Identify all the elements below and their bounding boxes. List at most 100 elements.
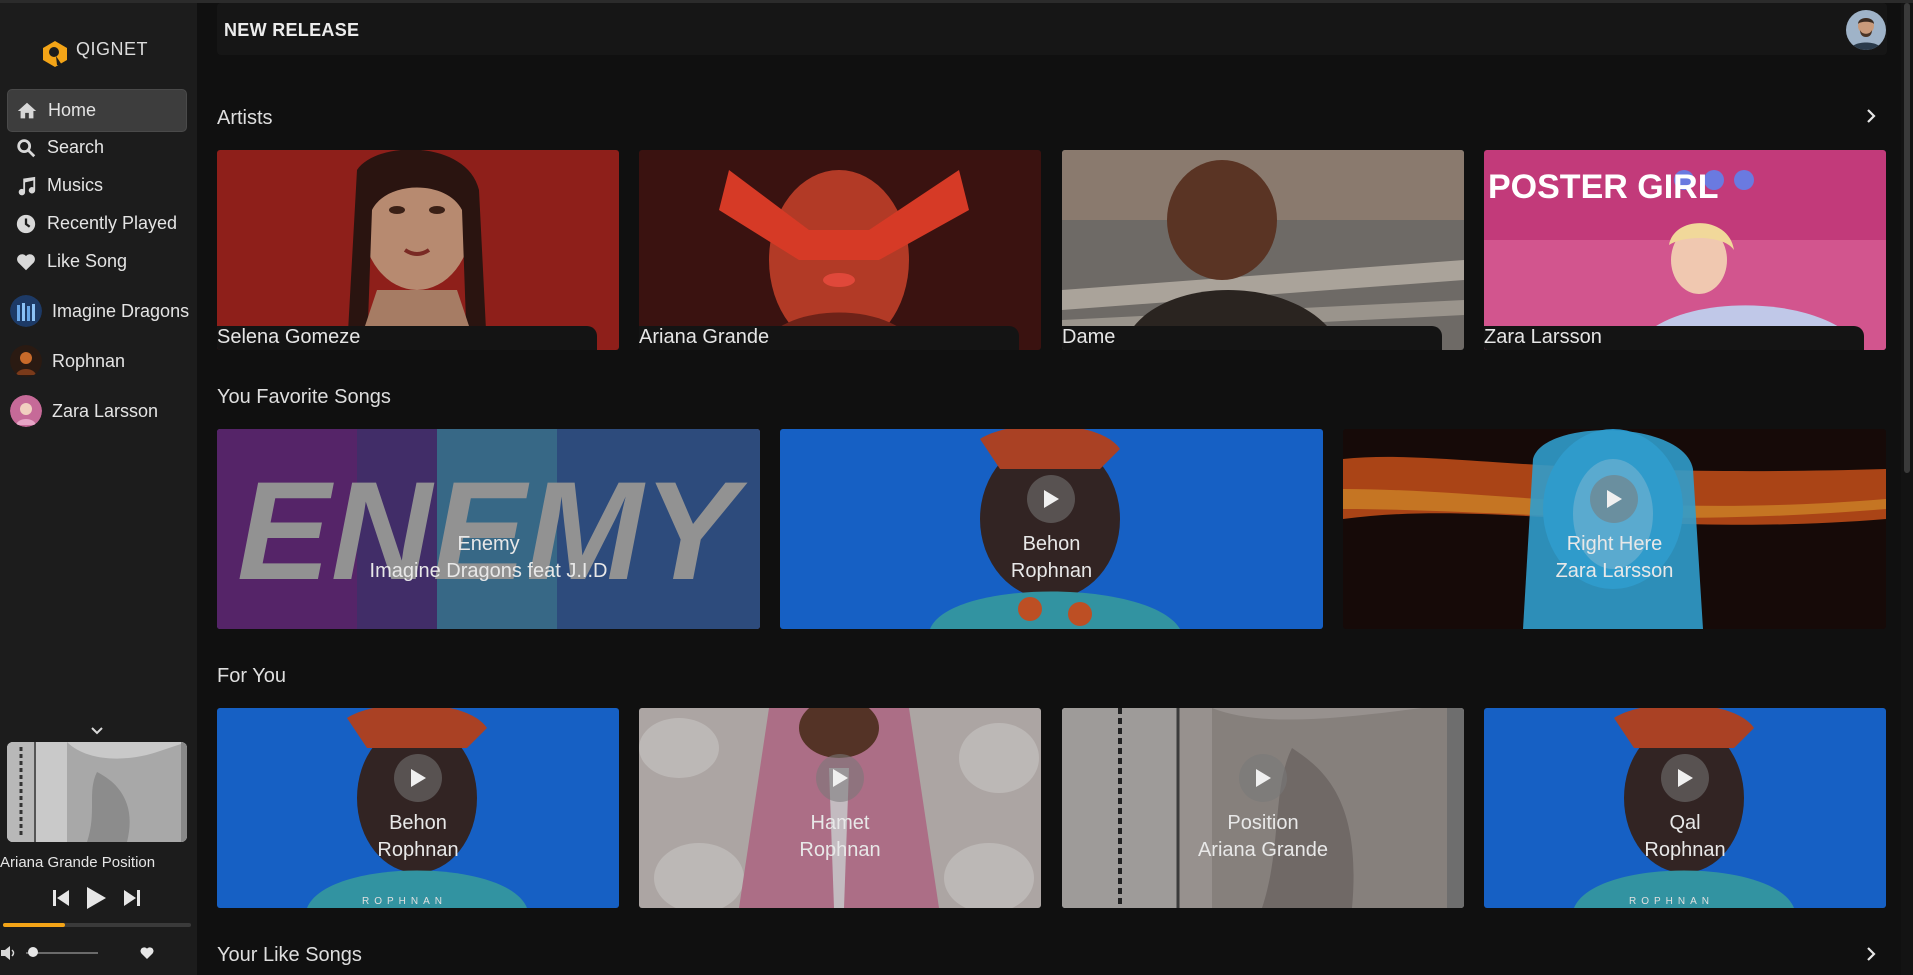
artist-name: Selena Gomeze xyxy=(217,326,361,348)
play-button[interactable] xyxy=(394,754,442,802)
sidebar-item-home[interactable]: Home xyxy=(7,89,187,132)
play-icon xyxy=(1044,490,1059,508)
song-artist: Rophnan xyxy=(799,839,881,861)
next-button[interactable] xyxy=(122,886,142,910)
song-artist: Ariana Grande xyxy=(1197,839,1329,861)
song-card-qal[interactable]: ROPHNAN Qal Rophnan xyxy=(1484,708,1886,908)
sidebar-item-like-song[interactable]: Like Song xyxy=(7,241,185,282)
song-artist: Rophnan xyxy=(1010,560,1093,582)
search-icon xyxy=(17,138,36,157)
now-playing-title: Ariana Grande Position xyxy=(0,854,156,871)
chevron-down-icon[interactable] xyxy=(89,725,105,737)
clock-icon xyxy=(16,214,36,233)
song-artist: Rophnan xyxy=(1644,839,1726,861)
section-title-for-you: For You xyxy=(217,665,286,687)
card-overlay xyxy=(639,708,1041,908)
play-icon xyxy=(411,769,426,787)
artist-card-selena-gomeze[interactable]: Selena Gomeze xyxy=(217,150,619,350)
playlist-label: Rophnan xyxy=(52,350,126,371)
song-card-position[interactable]: Position Ariana Grande xyxy=(1062,708,1464,908)
play-button[interactable] xyxy=(1239,754,1287,802)
skip-back-icon xyxy=(53,890,69,906)
sidebar-item-search[interactable]: Search xyxy=(7,127,185,168)
card-overlay xyxy=(1343,429,1886,629)
song-card-enemy[interactable]: ENEMY Enemy Imagine Dragons feat J.I.D xyxy=(217,429,760,629)
sidebar-item-label: Search xyxy=(47,137,105,157)
card-overlay xyxy=(1484,708,1886,908)
heart-icon[interactable] xyxy=(139,945,155,961)
card-overlay xyxy=(780,429,1323,629)
app-logo[interactable]: QIGNET xyxy=(40,39,148,69)
song-card-behon[interactable]: Behon Rophnan xyxy=(780,429,1323,629)
section-title-favorites: You Favorite Songs xyxy=(217,386,391,408)
sidebar-item-musics[interactable]: Musics xyxy=(7,165,185,206)
song-title: Behon xyxy=(1022,533,1081,555)
song-card-hamet[interactable]: Hamet Rophnan xyxy=(639,708,1041,908)
song-artist: Rophnan xyxy=(377,839,459,861)
song-title: Enemy xyxy=(457,533,520,555)
play-button[interactable] xyxy=(1661,754,1709,802)
artist-name-label: Dame xyxy=(1062,326,1442,350)
user-avatar[interactable] xyxy=(1846,10,1886,50)
avatar xyxy=(10,295,42,327)
artist-name: Dame xyxy=(1062,326,1116,348)
song-title: Right Here xyxy=(1566,533,1663,555)
artist-name-label: Zara Larsson xyxy=(1484,326,1864,350)
song-title: Qal xyxy=(1669,812,1701,834)
play-icon xyxy=(1607,490,1622,508)
sidebar-item-recently-played[interactable]: Recently Played xyxy=(7,203,185,244)
play-button[interactable] xyxy=(84,886,108,910)
volume-icon[interactable] xyxy=(0,945,18,961)
play-button[interactable] xyxy=(816,754,864,802)
artist-image xyxy=(639,150,1041,350)
section-title-liked: Your Like Songs xyxy=(217,944,362,966)
artist-card-ariana-grande[interactable]: Ariana Grande xyxy=(639,150,1041,350)
song-title: Behon xyxy=(389,812,447,834)
page-title: NEW RELEASE xyxy=(224,20,360,40)
song-card-behon-for-you[interactable]: ROPHNAN Behon Rophnan xyxy=(217,708,619,908)
song-card-right-here[interactable]: Right Here Zara Larsson xyxy=(1343,429,1886,629)
sidebar: QIGNET Home Search Musics Recently Playe… xyxy=(0,3,197,975)
poster-cover-text: POSTER GIRL xyxy=(1488,168,1718,206)
artist-card-dame[interactable]: Dame xyxy=(1062,150,1464,350)
sidebar-playlist-rophnan[interactable]: Rophnan xyxy=(10,343,125,379)
artist-name-label: Ariana Grande xyxy=(639,326,1019,350)
play-button[interactable] xyxy=(1027,475,1075,523)
previous-button[interactable] xyxy=(51,886,71,910)
play-icon xyxy=(1678,769,1693,787)
chevron-right-icon[interactable] xyxy=(1864,946,1878,962)
artist-image xyxy=(217,150,619,350)
progress-bar[interactable] xyxy=(3,923,191,927)
play-button[interactable] xyxy=(1590,475,1638,523)
skip-forward-icon xyxy=(124,890,140,906)
card-overlay xyxy=(1062,708,1464,908)
logo-icon xyxy=(43,41,67,67)
sidebar-playlist-zara-larsson[interactable]: Zara Larsson xyxy=(10,393,158,429)
progress-fill xyxy=(3,923,66,927)
now-playing-cover[interactable] xyxy=(7,742,187,842)
artist-name: Ariana Grande xyxy=(639,326,770,348)
heart-icon xyxy=(17,253,35,270)
playlist-label: Zara Larsson xyxy=(52,400,159,421)
avatar-image xyxy=(1846,10,1886,50)
card-overlay xyxy=(217,429,760,629)
song-artist: Imagine Dragons feat J.I.D xyxy=(369,560,608,582)
playlist-label: Imagine Dragons xyxy=(52,300,190,321)
music-note-icon xyxy=(18,176,36,195)
sidebar-playlist-imagine-dragons[interactable]: Imagine Dragons xyxy=(10,293,189,329)
artist-name-label: Selena Gomeze xyxy=(217,326,597,350)
top-header: NEW RELEASE xyxy=(217,3,1887,55)
sidebar-item-label: Recently Played xyxy=(47,213,178,233)
artist-card-zara-larsson[interactable]: POSTER GIRL Zara Larsson xyxy=(1484,150,1886,350)
song-artist: Zara Larsson xyxy=(1555,560,1674,582)
song-title: Hamet xyxy=(810,812,870,834)
avatar xyxy=(10,345,42,377)
volume-slider-handle[interactable] xyxy=(28,947,38,957)
artist-image: POSTER GIRL xyxy=(1484,150,1886,350)
play-icon xyxy=(87,887,106,909)
scrollbar-thumb[interactable] xyxy=(1904,3,1910,473)
app-name: QIGNET xyxy=(76,38,149,59)
chevron-right-icon[interactable] xyxy=(1864,108,1878,124)
sidebar-item-label: Home xyxy=(48,100,97,120)
section-title-artists: Artists xyxy=(217,107,273,129)
